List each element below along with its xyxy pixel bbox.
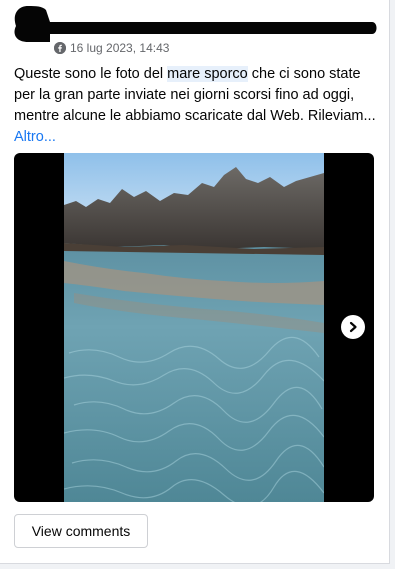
- photo-carousel[interactable]: [14, 153, 374, 502]
- post-text: Queste sono le foto del mare sporco che …: [14, 64, 378, 148]
- post-text-start: Queste sono le foto del: [14, 66, 168, 82]
- chevron-right-icon: [349, 321, 357, 333]
- see-more-link[interactable]: Altro...: [14, 129, 56, 145]
- sea-photo[interactable]: [64, 153, 324, 502]
- post-text-highlight: mare sporco: [167, 66, 248, 82]
- post-card: 16 lug 2023, 14:43 Queste sono le foto d…: [0, 0, 390, 564]
- post-date[interactable]: 16 lug 2023, 14:43: [70, 41, 169, 55]
- next-photo-button[interactable]: [341, 315, 365, 339]
- facebook-icon: [54, 42, 66, 54]
- view-comments-button[interactable]: View comments: [14, 514, 148, 548]
- post-meta: 16 lug 2023, 14:43: [54, 40, 169, 56]
- redaction-mark: [14, 6, 377, 42]
